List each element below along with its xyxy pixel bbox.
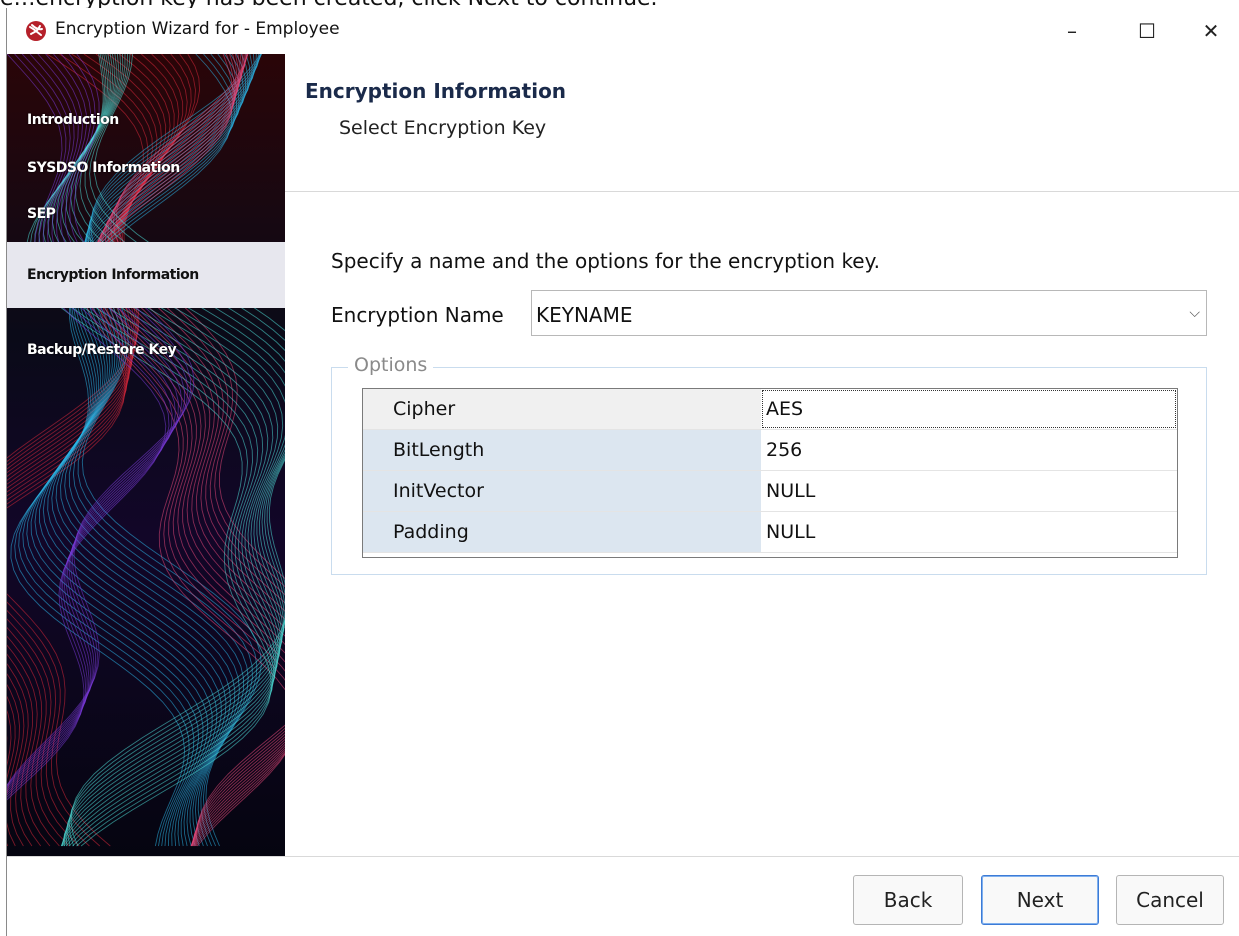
back-button[interactable]: Back — [853, 875, 963, 925]
option-value-padding[interactable]: NULL — [761, 512, 1177, 552]
option-name-bitlength: BitLength — [363, 430, 761, 470]
page-subtitle: Select Encryption Key — [339, 117, 547, 139]
option-name-padding: Padding — [363, 512, 761, 552]
sidebar-item-label: Encryption Information — [27, 267, 199, 283]
app-logo-icon — [26, 21, 46, 41]
title-bar[interactable]: Encryption Wizard for - Employee – ☐ ✕ — [7, 8, 1239, 54]
sidebar-item-label: SEP — [27, 206, 56, 222]
table-row[interactable]: Padding NULL — [363, 512, 1177, 553]
options-legend: Options — [348, 354, 434, 376]
wizard-footer: Back Next Cancel — [7, 856, 1239, 936]
window-title: Encryption Wizard for - Employee — [55, 19, 340, 39]
wizard-window: Encryption Wizard for - Employee – ☐ ✕ I… — [6, 8, 1239, 936]
option-value-cipher[interactable]: AES — [761, 389, 1177, 429]
close-button[interactable]: ✕ — [1182, 8, 1239, 54]
instruction-text: Specify a name and the options for the e… — [331, 249, 880, 273]
sidebar-item-label: Introduction — [27, 112, 119, 128]
step-content: Specify a name and the options for the e… — [285, 193, 1239, 856]
next-button[interactable]: Next — [981, 875, 1099, 925]
maximize-button[interactable]: ☐ — [1118, 8, 1176, 54]
table-row[interactable]: Cipher AES — [363, 389, 1177, 430]
option-value-bitlength[interactable]: 256 — [761, 430, 1177, 470]
sidebar-item-encryption-information: Encryption Information — [7, 242, 285, 308]
cancel-button[interactable]: Cancel — [1116, 875, 1224, 925]
options-grid: Cipher AES BitLength 256 InitVector NULL… — [362, 388, 1178, 558]
step-header: Encryption Information Select Encryption… — [285, 54, 1239, 192]
encryption-name-label: Encryption Name — [331, 303, 504, 327]
option-value-initvector[interactable]: NULL — [761, 471, 1177, 511]
background-text-strip: e…encryption key has been created, click… — [0, 0, 1239, 8]
table-row[interactable]: BitLength 256 — [363, 430, 1177, 471]
minimize-button[interactable]: – — [1043, 8, 1101, 54]
sidebar-item-sep: SEP — [7, 194, 285, 234]
encryption-name-combobox[interactable]: KEYNAME ⌵ — [531, 290, 1207, 336]
sidebar-item-label: SYSDSO Information — [27, 160, 180, 176]
option-name-initvector: InitVector — [363, 471, 761, 511]
option-name-cipher: Cipher — [363, 389, 761, 429]
background-text: e…encryption key has been created, click… — [0, 0, 658, 8]
options-group: Options Cipher AES BitLength 256 InitVec… — [331, 354, 1207, 575]
table-row[interactable]: InitVector NULL — [363, 471, 1177, 512]
encryption-name-value[interactable]: KEYNAME — [536, 303, 633, 327]
wizard-sidebar: Introduction SYSDSO Information SEP Encr… — [7, 54, 285, 856]
sidebar-item-label: Backup/Restore Key — [27, 342, 177, 358]
sidebar-item-introduction: Introduction — [7, 100, 285, 140]
sidebar-item-backup-restore-key: Backup/Restore Key — [7, 330, 285, 370]
page-title: Encryption Information — [305, 79, 567, 103]
chevron-down-icon[interactable]: ⌵ — [1189, 305, 1200, 321]
sidebar-item-sysdso-information: SYSDSO Information — [7, 148, 285, 188]
